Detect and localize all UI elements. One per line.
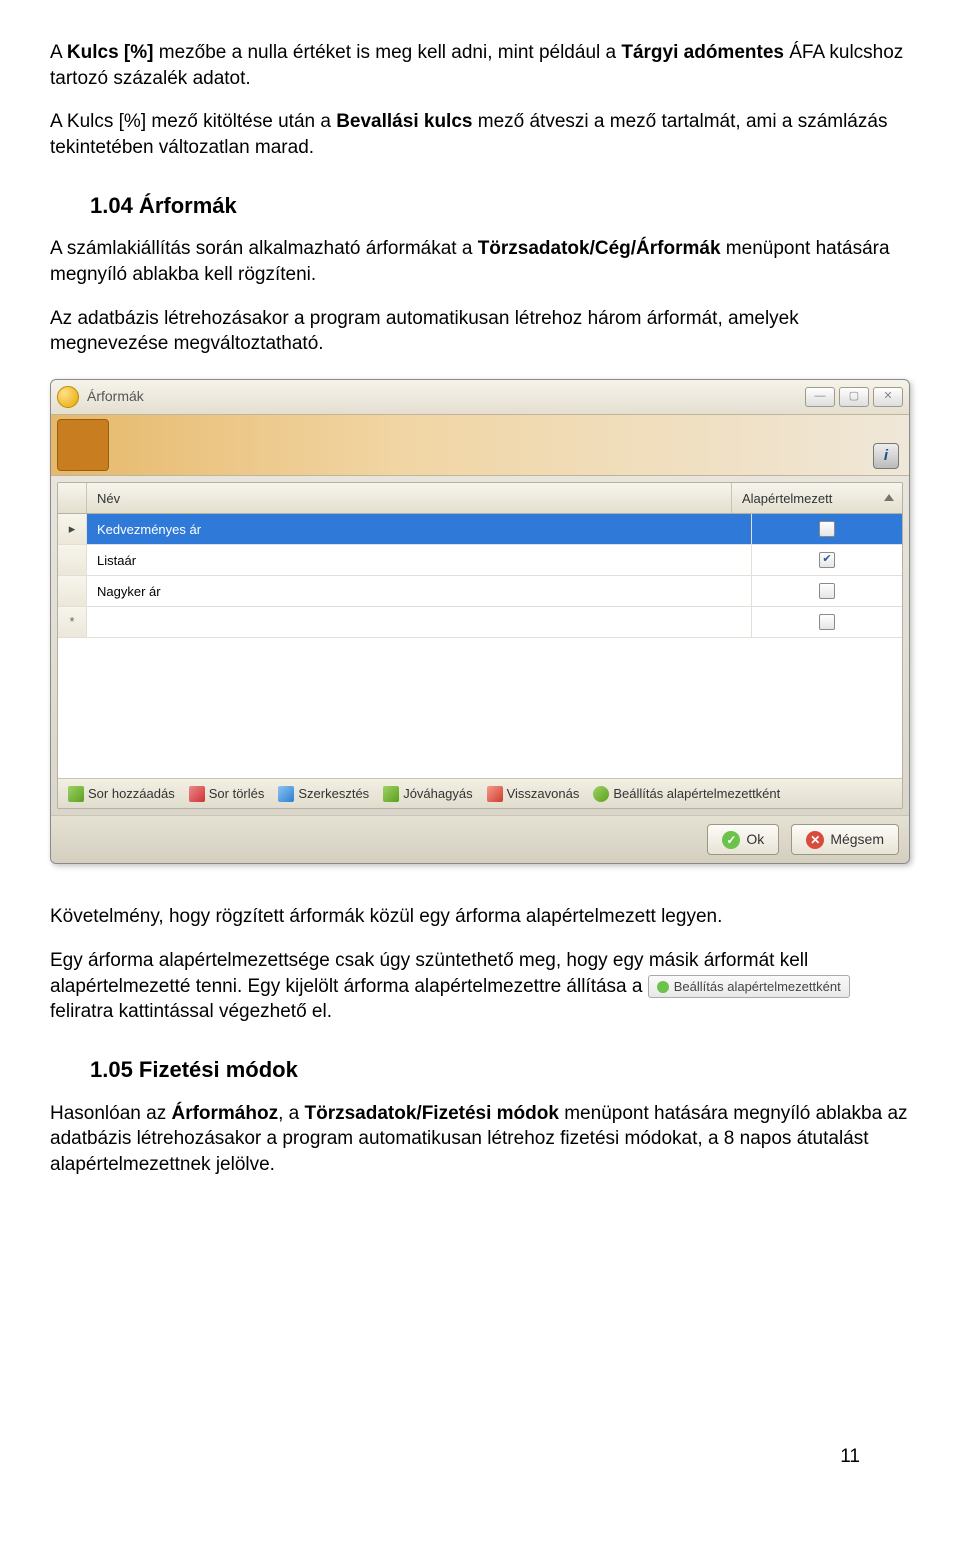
checkbox[interactable]: ✔ [819,552,835,568]
close-icon[interactable]: ✕ [873,387,903,407]
cross-icon: ✕ [806,831,824,849]
undo-icon [487,786,503,802]
app-icon [57,386,79,408]
set-default-button[interactable]: Beállítás alapértelmezettként [593,785,780,803]
table-row[interactable]: Nagyker ár [58,576,902,607]
checkbox[interactable] [819,583,835,599]
check-icon: ✓ [722,831,740,849]
heading-fizetesi: 1.05 Fizetési módok [90,1055,910,1085]
info-icon[interactable]: i [873,443,899,469]
cancel-button[interactable]: ✕Mégsem [791,824,899,855]
check-circle-icon [593,786,609,802]
paragraph-5: Követelmény, hogy rögzített árformák köz… [50,904,910,930]
row-indicator-icon [58,545,87,575]
ok-button[interactable]: ✓Ok [707,824,779,855]
dialog-footer: ✓Ok ✕Mégsem [51,815,909,863]
table-row[interactable]: Listaár ✔ [58,545,902,576]
cell-name[interactable]: Kedvezményes ár [87,514,752,544]
maximize-icon[interactable]: ▢ [839,387,869,407]
paragraph-3: A számlakiállítás során alkalmazható árf… [50,236,910,287]
banner: i [51,414,909,476]
approve-button[interactable]: Jóváhagyás [383,785,472,803]
check-circle-icon [657,981,669,993]
row-indicator-icon: ▸ [58,514,87,544]
plus-icon [68,786,84,802]
pencil-icon [278,786,294,802]
heading-arformak: 1.04 Árformák [90,191,910,221]
grid-toolbar: Sor hozzáadás Sor törlés Szerkesztés Jóv… [58,778,902,809]
table-row[interactable]: ▸ Kedvezményes ár [58,514,902,545]
logo-icon [57,419,109,471]
delete-row-button[interactable]: Sor törlés [189,785,265,803]
paragraph-7: Hasonlóan az Árformához, a Törzsadatok/F… [50,1101,910,1178]
cell-name[interactable] [87,607,752,637]
new-row-icon: * [58,607,87,637]
paragraph-6: Egy árforma alapértelmezettsége csak úgy… [50,948,910,1025]
col-default[interactable]: Alapértelmezett [732,483,902,513]
checkbox[interactable] [819,521,835,537]
grid: Név Alapértelmezett ▸ Kedvezményes ár Li… [57,482,903,810]
cell-name[interactable]: Listaár [87,545,752,575]
check-icon [383,786,399,802]
edit-button[interactable]: Szerkesztés [278,785,369,803]
window-title: Árformák [87,387,144,406]
checkbox[interactable] [819,614,835,630]
paragraph-4: Az adatbázis létrehozásakor a program au… [50,306,910,357]
add-row-button[interactable]: Sor hozzáadás [68,785,175,803]
undo-button[interactable]: Visszavonás [487,785,580,803]
arformak-window: Árformák — ▢ ✕ i Név Alapértelmezett ▸ K… [50,379,910,864]
row-indicator-icon [58,576,87,606]
page-number: 11 [840,1444,860,1470]
paragraph-1: A Kulcs [%] mezőbe a nulla értéket is me… [50,40,910,91]
titlebar[interactable]: Árformák — ▢ ✕ [51,380,909,414]
cell-name[interactable]: Nagyker ár [87,576,752,606]
col-name[interactable]: Név [87,483,732,513]
paragraph-2: A Kulcs [%] mező kitöltése után a Bevall… [50,109,910,160]
minus-icon [189,786,205,802]
sort-icon [884,494,894,501]
grid-header: Név Alapértelmezett [58,483,902,514]
table-row[interactable]: * [58,607,902,638]
minimize-icon[interactable]: — [805,387,835,407]
inline-set-default-button: Beállítás alapértelmezettként [648,975,850,999]
